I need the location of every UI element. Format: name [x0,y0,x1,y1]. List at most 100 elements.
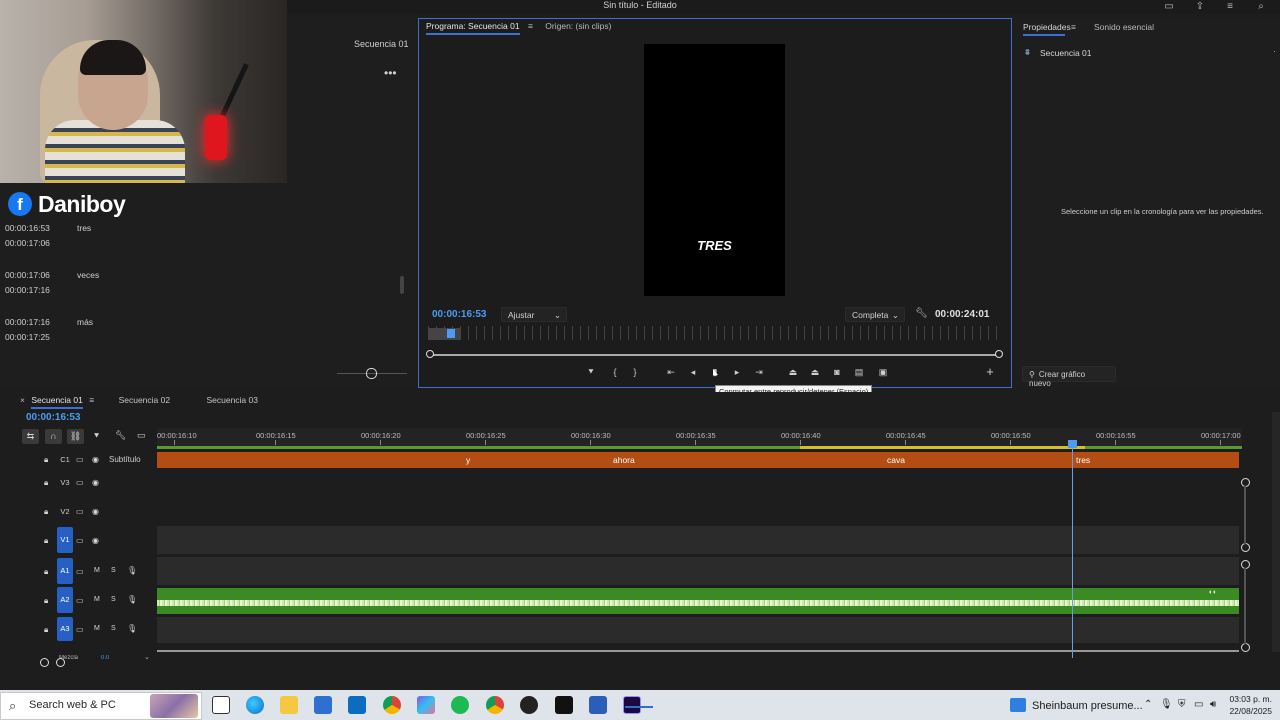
wrench-icon[interactable]: 🔧︎ [115,430,126,441]
tab-menu-icon[interactable]: ≡ [528,21,533,31]
search-icon[interactable]: ⌕ [1255,1,1267,12]
track-a2-label[interactable]: A2 [57,587,73,613]
timeline-h-scrollbar[interactable] [157,650,1239,652]
subtitle-clip[interactable]: tres [1076,455,1090,465]
more-options-icon[interactable]: ••• [384,66,397,80]
microphone-icon[interactable]: 🎙︎ [127,595,137,604]
clock-date[interactable]: 22/08/2025 [1222,706,1272,717]
zoom-slider-handle[interactable] [366,368,377,379]
properties-more-icon[interactable]: · [1273,46,1276,56]
solo-button[interactable]: S [111,596,116,603]
caption-text[interactable]: veces [77,270,99,280]
lock-icon[interactable]: 🔒︎ [44,536,48,546]
scroll-handle[interactable] [1241,643,1250,652]
mic-tray-icon[interactable]: 🎙︎ [1160,699,1173,710]
timeline-playhead[interactable] [1072,440,1073,658]
step-forward-icon[interactable]: ▸ [730,366,744,378]
track-v1-lane[interactable] [157,526,1239,554]
edge-icon[interactable] [246,696,264,714]
tab-menu-icon[interactable]: ≡ [89,395,94,405]
scroll-handle[interactable] [1241,543,1250,552]
spotify-icon[interactable] [451,696,469,714]
track-v1-label[interactable]: V1 [57,527,73,553]
eye-icon[interactable]: ◉ [92,536,99,545]
program-timecode[interactable]: 00:00:16:53 [432,309,486,320]
track-v2-label[interactable]: V2 [57,504,73,519]
search-highlight-image[interactable] [150,694,198,718]
track-output-icon[interactable]: ▭ [76,455,84,464]
obs-icon[interactable] [520,696,538,714]
mark-out-icon[interactable]: } [628,366,642,378]
timeline-side-scrollbar[interactable] [1272,412,1280,652]
track-a3-lane[interactable] [157,617,1239,643]
button-editor-icon[interactable]: + [983,365,997,378]
export-frame-icon[interactable]: ◙ [830,366,844,378]
add-marker-icon[interactable]: ⯆ [93,431,100,442]
lock-icon[interactable]: 🔒︎ [44,478,48,488]
solo-button[interactable]: S [111,567,116,574]
track-a3-label[interactable]: A3 [57,617,73,641]
nest-icon[interactable]: ⇆ [22,429,39,444]
step-back-icon[interactable]: ◂ [686,366,700,378]
wrench-icon[interactable]: 🔧︎ [915,308,928,319]
multicam-icon[interactable]: ▣ [876,366,890,378]
network-icon[interactable]: ▭ [1194,699,1203,710]
master-volume[interactable]: 0.0 [101,655,109,660]
tab-menu-icon[interactable]: ≡ [1071,22,1076,32]
zoom-handle-left[interactable] [40,658,49,667]
subtitle-clip[interactable]: cava [887,455,905,465]
tab-sequence-03[interactable]: Secuencia 03 [206,395,258,405]
store-icon[interactable] [314,696,332,714]
track-a1-label[interactable]: A1 [57,558,73,584]
chevron-up-icon[interactable]: ⌃ [1144,699,1152,710]
create-graphic-button[interactable]: ⚲ Crear gráfico nuevo [1022,366,1116,388]
menu-icon[interactable]: ≡ [1224,1,1236,12]
playhead-handle[interactable] [1068,440,1077,448]
lock-icon[interactable]: 🔒︎ [44,596,48,606]
extract-icon[interactable]: ⏏ [808,366,822,378]
mark-in-icon[interactable]: { [608,366,622,378]
volume-icon[interactable]: 🔊︎ [1210,699,1216,710]
microphone-icon[interactable]: 🎙︎ [127,566,137,575]
security-icon[interactable]: ⛨ [1178,699,1186,710]
linked-selection-icon[interactable]: ⛓ [67,429,84,444]
program-playhead[interactable] [447,329,455,338]
tab-sequence-02[interactable]: Secuencia 02 [119,395,171,405]
solo-button[interactable]: S [111,625,116,632]
video-scrollbar[interactable] [1244,486,1246,544]
lock-icon[interactable]: 🔒︎ [44,507,48,517]
scroll-start-handle[interactable] [426,350,434,358]
mute-button[interactable]: M [94,625,100,632]
chrome-profile-icon[interactable] [486,696,504,714]
scroll-end-handle[interactable] [995,350,1003,358]
program-ruler[interactable] [428,326,1002,340]
zoom-handle-right[interactable] [56,658,65,667]
subtitle-clip[interactable]: y [466,455,470,465]
news-icon[interactable] [1010,698,1026,712]
lift-icon[interactable]: ⏏ [786,366,800,378]
mute-button[interactable]: M [94,596,100,603]
compare-icon[interactable]: ▤ [852,366,866,378]
go-to-out-icon[interactable]: ⇥ [752,366,766,378]
track-output-icon[interactable]: ▭ [76,567,84,576]
capcut-icon[interactable] [555,696,573,714]
lock-icon[interactable]: 🔒︎ [44,567,48,577]
file-explorer-icon[interactable] [280,696,298,714]
add-marker-icon[interactable]: ⯆ [584,366,598,378]
track-output-icon[interactable]: ▭ [76,536,84,545]
lock-icon[interactable]: 🔒︎ [44,625,48,635]
track-v3-label[interactable]: V3 [57,475,73,490]
tab-sequence-01[interactable]: Secuencia 01 [31,395,83,409]
track-output-icon[interactable]: ▭ [76,625,84,634]
word-icon[interactable] [589,696,607,714]
lock-icon[interactable]: 🔒︎ [44,455,48,465]
track-output-icon[interactable]: ▭ [76,507,84,516]
track-a1-lane[interactable] [157,557,1239,585]
caption-text[interactable]: más [77,317,93,327]
tab-program[interactable]: Programa: Secuencia 01 [426,21,520,35]
captions-icon[interactable]: ▭ [137,430,146,441]
program-zoom-handle[interactable] [428,328,460,340]
copilot-icon[interactable] [417,696,435,714]
eye-icon[interactable]: ◉ [92,507,99,516]
news-headline[interactable]: Sheinbaum presume... [1032,700,1143,712]
